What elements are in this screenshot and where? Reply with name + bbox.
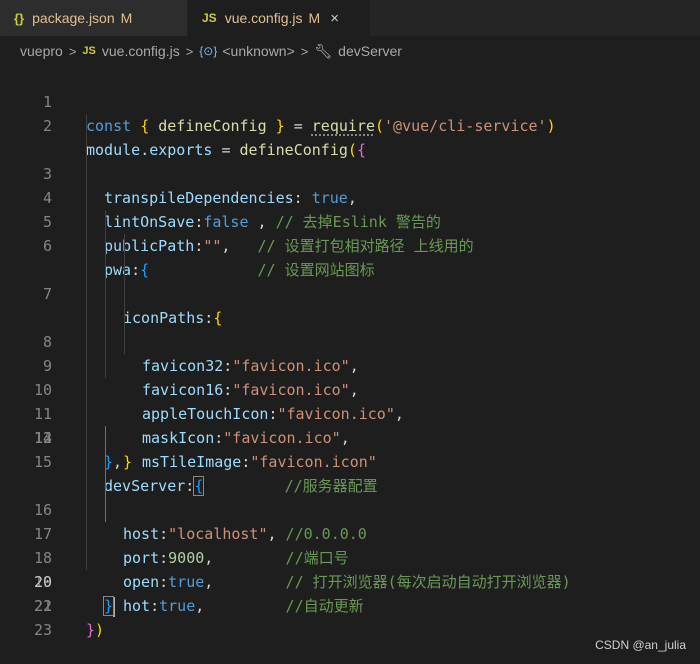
code-line: 4 lintOnSave:false , // 去掉Eslink 警告的 [0, 138, 700, 231]
breadcrumb-folder[interactable]: vuepro [20, 43, 63, 59]
indent-guide [86, 426, 87, 450]
code-line: 11 maskIcon:"favicon.ico", [0, 306, 700, 447]
indent-guide [105, 354, 106, 378]
code-line: 18 open:true, // 打开浏览器(每次启动自动打开浏览器) [0, 474, 700, 591]
breadcrumb-symbol[interactable]: {⊙} <unknown> [199, 43, 294, 59]
indent-guide [86, 186, 87, 210]
js-file-icon: JS [202, 11, 217, 25]
code-text: }) [86, 618, 104, 642]
code-line: 3 transpileDependencies: true, [0, 114, 700, 207]
indent-guide [124, 258, 125, 282]
chevron-right-icon: > [300, 43, 309, 59]
indent-guide [105, 330, 106, 354]
indent-guide [86, 138, 87, 162]
tab-label: package.json [32, 10, 115, 26]
js-file-icon: JS [82, 45, 96, 57]
indent-guide [86, 330, 87, 354]
code-line: 5 publicPath:"", // 设置打包相对路径 上线用的 [0, 162, 700, 255]
breadcrumb-file-label: vue.config.js [101, 43, 180, 59]
code-line: 12 msTileImage:"favicon.icon" [0, 330, 700, 471]
chevron-right-icon: > [68, 43, 77, 59]
tab-vue-config-js[interactable]: JS vue.config.js M × [188, 0, 370, 36]
code-line: 17 port:9000, //端口号 [0, 450, 700, 567]
breadcrumb-leaf-label: devServer [338, 43, 402, 59]
modified-badge: M [120, 10, 133, 26]
indent-guide [124, 330, 125, 354]
indent-guide [86, 450, 87, 474]
editor-tab-bar: {} package.json M JS vue.config.js M × [0, 0, 700, 36]
breadcrumb-symbol-label: <unknown> [222, 43, 295, 59]
indent-guide [105, 282, 106, 306]
code-line: 6 pwa:{ // 设置网站图标 [0, 186, 700, 279]
indent-guide [86, 522, 87, 546]
breadcrumb: vuepro > JS vue.config.js > {⊙} <unknown… [0, 36, 700, 66]
indent-guide [105, 498, 106, 522]
code-line: 1 const { defineConfig } = require('@vue… [0, 66, 700, 135]
code-line: 7 iconPaths:{ [0, 210, 700, 327]
code-line: 21 [0, 546, 700, 615]
code-line: 22 }) [0, 570, 700, 639]
code-line: 10 appleTouchIcon:"favicon.ico", [0, 282, 700, 423]
indent-guide [86, 402, 87, 426]
close-icon[interactable]: × [330, 10, 339, 27]
indent-guide [86, 378, 87, 402]
indent-guide [86, 114, 87, 138]
code-line: 2 module.exports = defineConfig({ [0, 90, 700, 159]
bracket: } [86, 621, 96, 639]
breadcrumb-leaf[interactable]: 🔧︎ devServer [314, 43, 402, 60]
code-line: 14 }, [0, 378, 700, 471]
indent-guide [105, 474, 106, 498]
indent-guide [86, 354, 87, 378]
indent-guide [105, 426, 106, 450]
breadcrumb-file[interactable]: JS vue.config.js [82, 43, 179, 59]
code-line: 13 } [0, 354, 700, 471]
indent-guide [86, 306, 87, 330]
code-line: 8 favicon32:"favicon.ico", [0, 234, 700, 375]
code-editor[interactable]: 1 const { defineConfig } = require('@vue… [0, 66, 700, 664]
indent-guide [105, 258, 106, 282]
indent-guide [86, 234, 87, 258]
indent-guide [86, 282, 87, 306]
indent-guide [105, 234, 106, 258]
indent-guide [124, 282, 125, 306]
tab-label: vue.config.js [224, 10, 303, 26]
indent-guide [105, 306, 106, 330]
indent-guide [86, 210, 87, 234]
bracket: ) [95, 621, 105, 639]
wrench-icon: 🔧︎ [314, 42, 333, 59]
indent-guide [86, 162, 87, 186]
indent-guide [105, 210, 106, 234]
indent-guide [86, 546, 87, 570]
modified-badge: M [308, 10, 321, 26]
indent-guide [124, 234, 125, 258]
indent-guide [105, 450, 106, 474]
chevron-right-icon: > [185, 43, 194, 59]
code-line: 23 [0, 594, 700, 639]
code-line-current: 20 } [0, 522, 700, 617]
indent-guide [86, 258, 87, 282]
json-file-icon: {} [14, 10, 25, 26]
code-line: 19 hot:true, //自动更新 [0, 498, 700, 615]
line-number: 23 [33, 621, 52, 639]
code-line: 16 host:"localhost", //0.0.0.0 [0, 426, 700, 543]
code-line: 9 favicon16:"favicon.ico", [0, 258, 700, 399]
tab-package-json[interactable]: {} package.json M [0, 0, 188, 36]
code-line: 15 devServer:{ //服务器配置 [0, 402, 700, 496]
indent-guide [124, 306, 125, 330]
indent-guide [86, 474, 87, 498]
variable-symbol-icon: {⊙} [199, 44, 218, 58]
indent-guide [86, 498, 87, 522]
watermark: CSDN @an_julia [595, 638, 686, 652]
